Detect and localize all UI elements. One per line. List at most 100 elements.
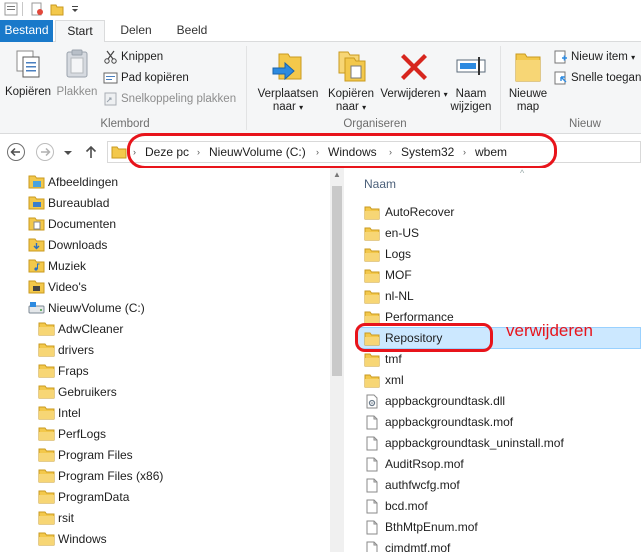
copy-button[interactable]: Kopiëren xyxy=(2,48,54,99)
nav-item-label: Gebruikers xyxy=(58,385,117,399)
copy-to-label-line1: Kopiëren xyxy=(327,88,375,100)
file-icon xyxy=(366,415,378,430)
delete-icon xyxy=(401,54,427,80)
scrollbar-thumb[interactable] xyxy=(332,186,342,376)
folder-icon xyxy=(38,490,55,504)
move-to-label-line2: naar ▾ xyxy=(272,101,304,113)
paste-label: Plakken xyxy=(56,86,98,98)
nav-item-label: NieuwVolume (C:) xyxy=(48,301,145,315)
tab-start[interactable]: Start xyxy=(55,20,105,43)
file-name: appbackgroundtask_uninstall.mof xyxy=(385,436,564,450)
file-name: appbackgroundtask.mof xyxy=(385,415,514,429)
file-name: appbackgroundtask.dll xyxy=(385,394,506,408)
folder-icon xyxy=(364,227,380,241)
quick-access-separator xyxy=(22,2,23,16)
file-icon xyxy=(366,499,378,514)
file-name: cimdmtf.mof xyxy=(385,541,451,552)
folder-icon xyxy=(364,269,380,283)
clipboard-group-label: Klembord xyxy=(100,118,150,130)
folder-icon xyxy=(38,364,55,378)
ribbon-group-separator xyxy=(500,46,501,130)
music-icon xyxy=(28,259,45,273)
desktop-icon xyxy=(28,196,45,210)
paste-shortcut-icon xyxy=(104,92,117,106)
dll-file-icon xyxy=(366,394,378,409)
delete-button[interactable]: Verwijderen ▾ xyxy=(380,48,448,101)
nav-item-label: Muziek xyxy=(48,259,87,273)
copy-path-label: Pad kopiëren xyxy=(121,72,189,84)
forward-icon[interactable] xyxy=(35,142,55,162)
sort-ascending-icon: ^ xyxy=(520,168,525,178)
copy-to-button[interactable]: Kopiëren naar ▾ xyxy=(323,48,379,114)
scissors-icon xyxy=(104,50,117,64)
file-icon xyxy=(366,520,378,535)
copy-icon xyxy=(16,50,40,78)
file-name: BthMtpEnum.mof xyxy=(385,520,478,534)
nav-item-label: Intel xyxy=(58,406,81,420)
folder-icon xyxy=(364,248,380,262)
file-name: tmf xyxy=(385,352,402,366)
easy-access-button[interactable]: Snelle toegang xyxy=(553,69,641,87)
ribbon: Kopiëren Plakken Knippen Pad kopiëren Sn… xyxy=(0,42,641,134)
properties-icon[interactable] xyxy=(4,2,18,16)
copy-to-label-line2: naar ▾ xyxy=(335,101,367,113)
downloads-icon xyxy=(28,238,45,252)
new-document-icon[interactable] xyxy=(30,2,44,16)
scroll-up-icon[interactable]: ▲ xyxy=(332,170,342,180)
new-folder-label-line2: map xyxy=(516,101,540,113)
ribbon-group-separator xyxy=(246,46,247,130)
copy-to-icon xyxy=(338,51,366,82)
tab-share[interactable]: Delen xyxy=(114,20,158,42)
nav-item-label: Video's xyxy=(48,280,87,294)
rename-icon xyxy=(456,57,486,75)
paste-button[interactable]: Plakken xyxy=(55,48,99,99)
nav-item-label: Documenten xyxy=(48,217,117,231)
nav-item-label: Program Files (x86) xyxy=(58,469,164,483)
new-item-button[interactable]: Nieuw item ▾ xyxy=(553,48,635,66)
customize-quick-access-icon[interactable] xyxy=(68,2,82,16)
copy-path-icon xyxy=(103,72,118,84)
file-icon xyxy=(366,541,378,552)
folder-icon xyxy=(38,343,55,357)
up-icon[interactable] xyxy=(83,142,99,162)
rename-button[interactable]: Naam wijzigen xyxy=(446,48,496,114)
title-bar xyxy=(0,0,641,20)
new-folder-label-line1: Nieuwe xyxy=(508,88,548,100)
copy-path-button[interactable]: Pad kopiëren xyxy=(103,69,189,87)
folder-icon xyxy=(364,290,380,304)
folder-icon xyxy=(38,385,55,399)
nav-item-label: rsit xyxy=(58,511,74,525)
rename-label-line2: wijzigen xyxy=(450,101,492,113)
new-group-label: Nieuw xyxy=(569,118,601,130)
new-folder-quick-icon[interactable] xyxy=(50,2,64,16)
file-name: MOF xyxy=(385,268,412,282)
file-name: xml xyxy=(385,373,404,387)
tab-file[interactable]: Bestand xyxy=(0,20,53,42)
tab-view[interactable]: Beeld xyxy=(170,20,214,42)
annotation-text: verwijderen xyxy=(506,321,593,340)
folder-icon xyxy=(38,511,55,525)
nav-item-label: ProgramData xyxy=(58,490,130,504)
nav-item-label: AdwCleaner xyxy=(58,322,124,336)
file-name: en-US xyxy=(385,226,420,240)
nav-item-label: Bureaublad xyxy=(48,196,110,210)
new-folder-button[interactable]: Nieuwe map xyxy=(505,48,551,114)
back-icon[interactable] xyxy=(6,142,26,162)
paste-shortcut-button[interactable]: Snelkoppeling plakken xyxy=(103,90,236,108)
file-name: nl-NL xyxy=(385,289,414,303)
organize-group-label: Organiseren xyxy=(343,118,407,130)
cut-button[interactable]: Knippen xyxy=(103,48,163,66)
file-icon xyxy=(366,478,378,493)
rename-label-line1: Naam xyxy=(455,88,487,100)
copy-label: Kopiëren xyxy=(4,86,52,98)
paste-shortcut-label: Snelkoppeling plakken xyxy=(121,93,237,105)
folder-icon xyxy=(364,374,380,388)
pictures-icon xyxy=(28,175,45,189)
move-to-button[interactable]: Verplaatsen naar ▾ xyxy=(252,48,324,114)
new-item-icon xyxy=(554,50,567,64)
folder-icon xyxy=(38,532,55,546)
column-header-name[interactable]: Naam xyxy=(364,177,396,191)
recent-locations-icon[interactable] xyxy=(61,142,75,162)
file-name: AutoRecover xyxy=(385,205,455,219)
file-name: AuditRsop.mof xyxy=(385,457,464,471)
